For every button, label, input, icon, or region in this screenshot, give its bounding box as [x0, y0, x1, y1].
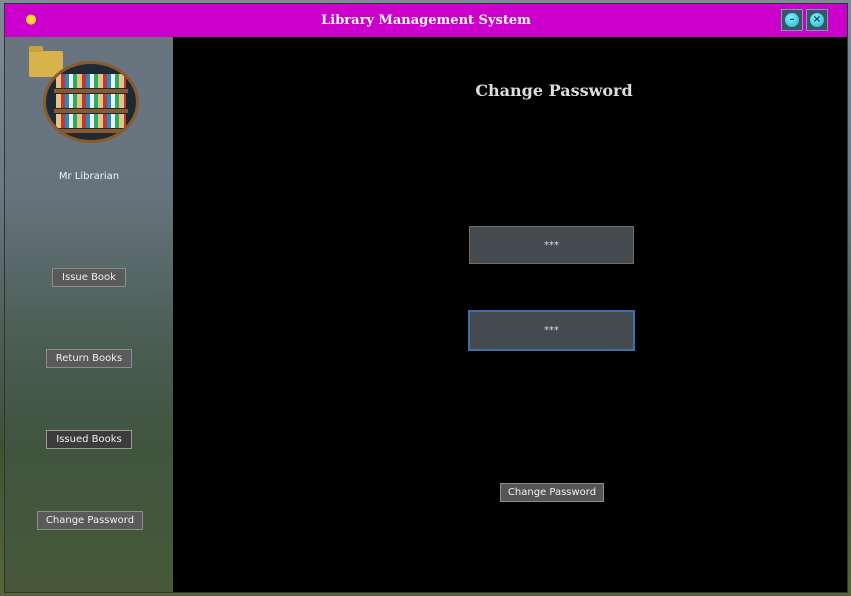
- minimize-button[interactable]: –: [781, 9, 803, 31]
- sidebar: Mr Librarian Issue Book Return Books Iss…: [5, 37, 173, 592]
- main-panel: Change Password Change Password: [173, 37, 847, 592]
- bookshelf-books-middle: [56, 94, 126, 108]
- window-title: Library Management System: [321, 13, 531, 28]
- change-password-button[interactable]: Change Password: [500, 483, 604, 502]
- library-avatar: [43, 61, 139, 143]
- close-button[interactable]: ×: [806, 9, 828, 31]
- bookshelf-books-bottom: [56, 114, 126, 128]
- new-password-field[interactable]: [468, 310, 635, 351]
- librarian-name: Mr Librarian: [58, 171, 120, 182]
- issued-books-button[interactable]: Issued Books: [46, 430, 132, 449]
- app-window: ● Library Management System – × Mr Libra…: [4, 3, 848, 593]
- page-title: Change Password: [475, 81, 633, 100]
- sidebar-change-password-button[interactable]: Change Password: [37, 511, 143, 530]
- minimize-icon: –: [785, 13, 799, 27]
- title-bar: ● Library Management System – ×: [5, 4, 847, 37]
- old-password-field[interactable]: [469, 226, 634, 264]
- bookshelf-shelf: [54, 129, 128, 133]
- bookshelf-shelf: [54, 89, 128, 93]
- bookshelf-shelf: [54, 109, 128, 113]
- bookshelf-books-top: [56, 74, 126, 88]
- return-books-button[interactable]: Return Books: [46, 349, 132, 368]
- close-icon: ×: [810, 13, 824, 27]
- issue-book-button[interactable]: Issue Book: [52, 268, 126, 287]
